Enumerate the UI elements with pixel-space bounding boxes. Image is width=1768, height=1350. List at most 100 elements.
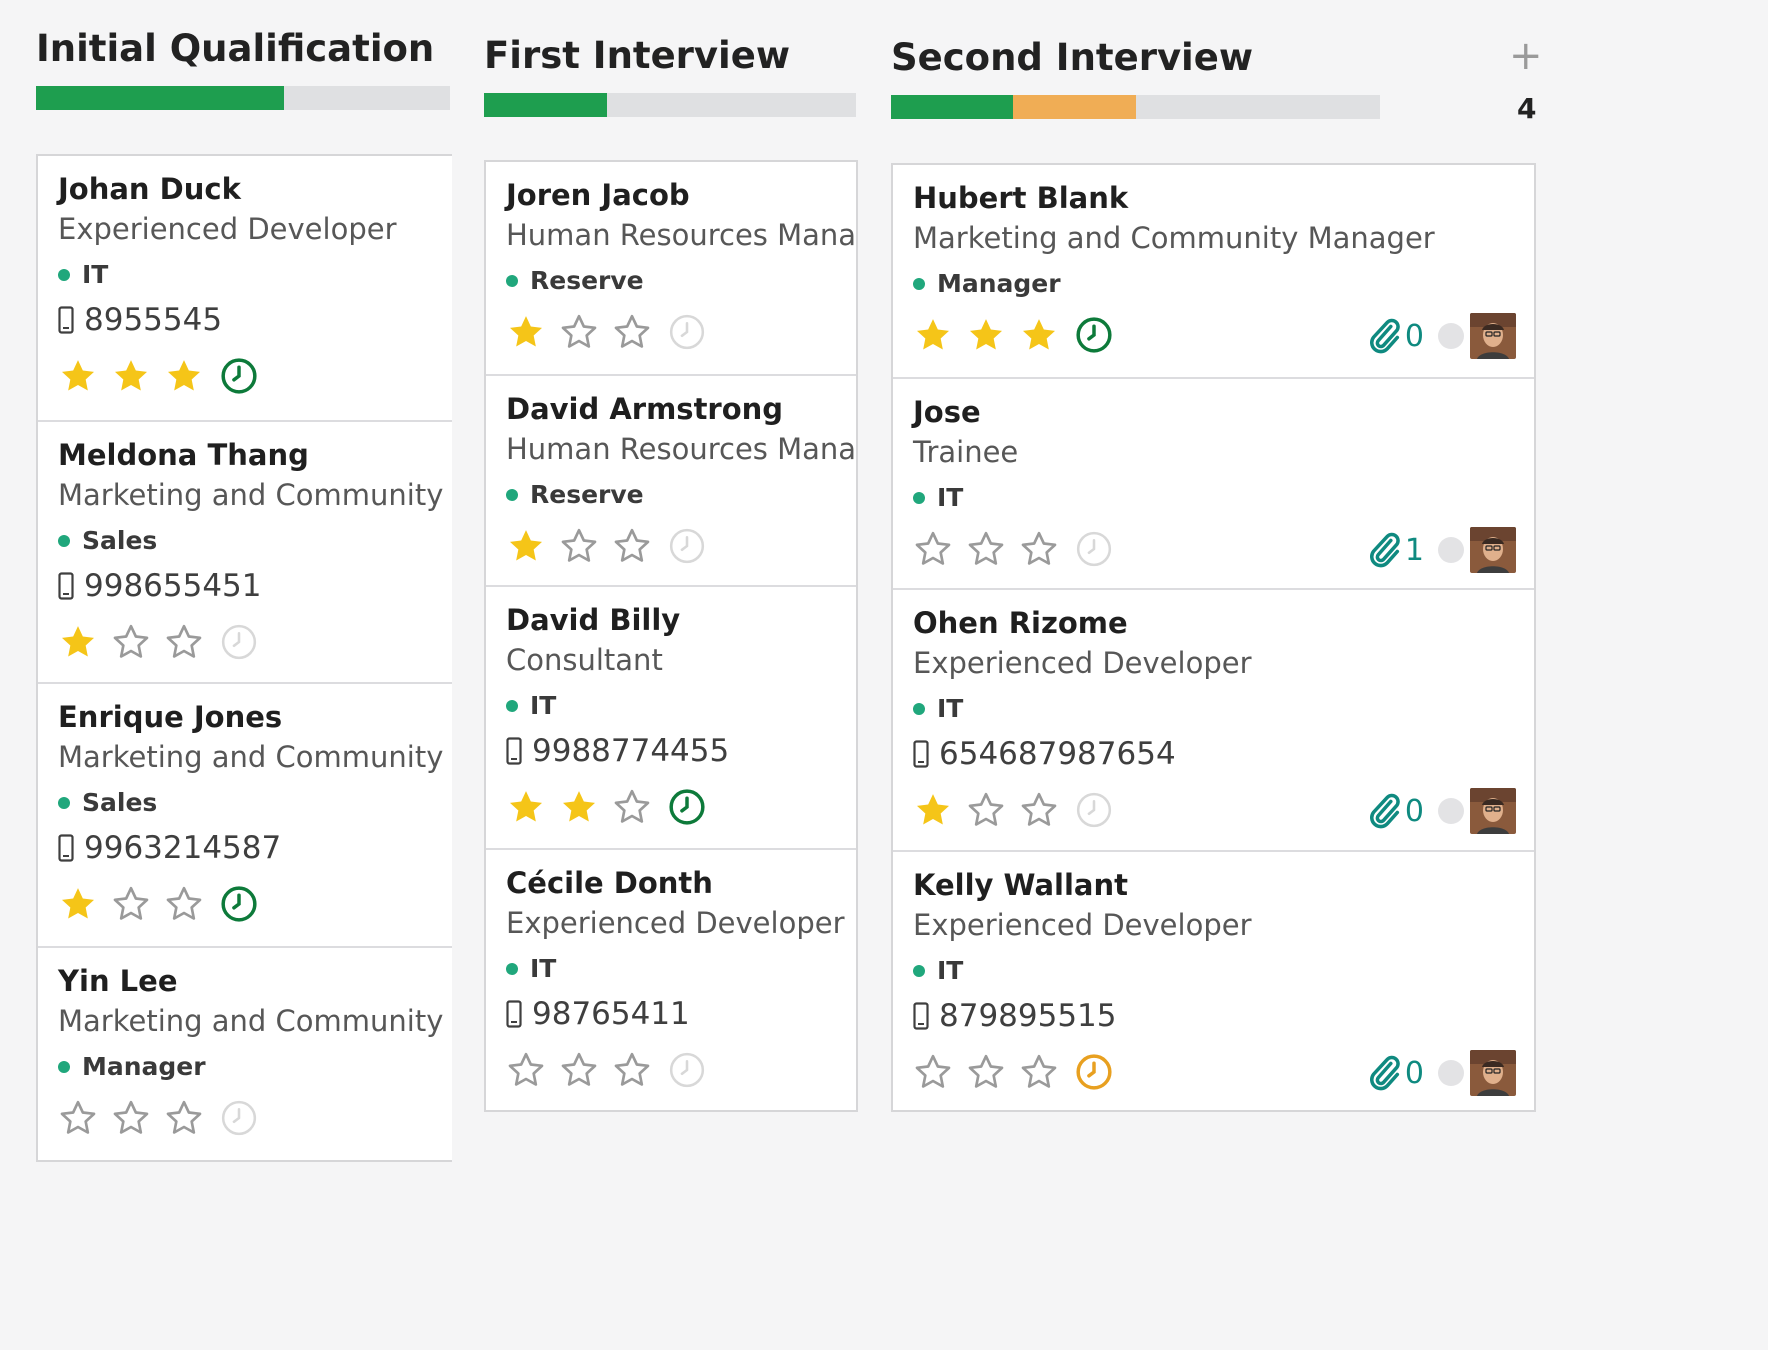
kanban-state-dot[interactable] bbox=[1438, 537, 1464, 563]
star-outline-icon[interactable] bbox=[966, 529, 1006, 569]
star-icon[interactable] bbox=[164, 356, 204, 396]
star-icon[interactable] bbox=[58, 622, 98, 662]
star-outline-icon[interactable] bbox=[164, 622, 204, 662]
clock-icon[interactable] bbox=[220, 357, 258, 395]
clock-icon[interactable] bbox=[1075, 791, 1113, 829]
priority-stars[interactable] bbox=[58, 1098, 258, 1138]
column-title[interactable]: Second Interview bbox=[891, 36, 1253, 79]
star-icon[interactable] bbox=[559, 787, 599, 827]
paperclip-icon[interactable] bbox=[1367, 531, 1401, 569]
priority-stars[interactable] bbox=[913, 790, 1113, 830]
applicant-card[interactable]: Jose Trainee IT 1 bbox=[893, 377, 1534, 590]
star-outline-icon[interactable] bbox=[559, 312, 599, 352]
priority-stars[interactable] bbox=[506, 1050, 706, 1090]
applicant-card[interactable]: Yin Lee Marketing and Community Manager Ma… bbox=[38, 946, 452, 1160]
star-outline-icon[interactable] bbox=[111, 1098, 151, 1138]
clock-icon[interactable] bbox=[220, 885, 258, 923]
tag-dot-icon bbox=[913, 491, 925, 504]
paperclip-icon[interactable] bbox=[1367, 1054, 1401, 1092]
applicant-card[interactable]: Meldona Thang Marketing and Community Man… bbox=[38, 420, 452, 684]
applicant-card[interactable]: Johan Duck Experienced Developer IT 8955545 bbox=[38, 156, 452, 420]
applicant-card[interactable]: David Billy Consultant IT 9988774455 bbox=[486, 585, 856, 850]
star-outline-icon[interactable] bbox=[612, 1050, 652, 1090]
star-icon[interactable] bbox=[111, 356, 151, 396]
star-outline-icon[interactable] bbox=[966, 790, 1006, 830]
clock-icon[interactable] bbox=[1075, 1053, 1113, 1091]
applicant-card[interactable]: Hubert Blank Marketing and Community Mana… bbox=[893, 165, 1534, 377]
progress-segment[interactable] bbox=[1013, 95, 1136, 119]
priority-stars[interactable] bbox=[58, 884, 258, 924]
user-avatar[interactable] bbox=[1470, 788, 1516, 834]
progress-segment[interactable] bbox=[891, 95, 1014, 119]
star-outline-icon[interactable] bbox=[559, 1050, 599, 1090]
star-outline-icon[interactable] bbox=[1019, 529, 1059, 569]
column-title[interactable]: Initial Qualification bbox=[36, 27, 434, 70]
star-icon[interactable] bbox=[913, 790, 953, 830]
applicant-card[interactable]: Ohen Rizome Experienced Developer IT 654687… bbox=[893, 588, 1534, 852]
priority-stars[interactable] bbox=[506, 787, 706, 827]
star-outline-icon[interactable] bbox=[1019, 1052, 1059, 1092]
paperclip-icon[interactable] bbox=[1367, 317, 1401, 355]
priority-stars[interactable] bbox=[58, 356, 258, 396]
star-outline-icon[interactable] bbox=[966, 1052, 1006, 1092]
star-outline-icon[interactable] bbox=[58, 1098, 98, 1138]
kanban-state-dot[interactable] bbox=[1438, 1060, 1464, 1086]
star-outline-icon[interactable] bbox=[506, 1050, 546, 1090]
applicant-card[interactable]: Cécile Donth Experienced Developer IT 98765… bbox=[486, 848, 856, 1110]
add-card-button[interactable]: + bbox=[1509, 36, 1543, 76]
applicant-job-title: Marketing and Community Manager bbox=[58, 1004, 452, 1038]
priority-stars[interactable] bbox=[506, 312, 706, 352]
user-avatar[interactable] bbox=[1470, 1050, 1516, 1096]
clock-icon[interactable] bbox=[668, 527, 706, 565]
applicant-card[interactable]: Kelly Wallant Experienced Developer IT 8798… bbox=[893, 850, 1534, 1110]
user-avatar[interactable] bbox=[1470, 527, 1516, 573]
star-outline-icon[interactable] bbox=[612, 526, 652, 566]
priority-stars[interactable] bbox=[913, 315, 1113, 355]
star-outline-icon[interactable] bbox=[612, 787, 652, 827]
column-title[interactable]: First Interview bbox=[484, 34, 790, 77]
clock-icon[interactable] bbox=[220, 1099, 258, 1137]
clock-icon[interactable] bbox=[668, 788, 706, 826]
star-outline-icon[interactable] bbox=[1019, 790, 1059, 830]
clock-icon[interactable] bbox=[668, 1051, 706, 1089]
clock-icon[interactable] bbox=[668, 313, 706, 351]
column-progress-bar[interactable] bbox=[891, 95, 1380, 119]
progress-segment[interactable] bbox=[36, 86, 285, 110]
star-icon[interactable] bbox=[506, 312, 546, 352]
card-list: Johan Duck Experienced Developer IT 8955545… bbox=[36, 154, 452, 1162]
star-outline-icon[interactable] bbox=[913, 529, 953, 569]
progress-segment[interactable] bbox=[484, 93, 607, 117]
star-icon[interactable] bbox=[58, 884, 98, 924]
star-outline-icon[interactable] bbox=[913, 1052, 953, 1092]
applicant-card[interactable]: Enrique Jones Marketing and Community Man… bbox=[38, 682, 452, 948]
star-outline-icon[interactable] bbox=[164, 884, 204, 924]
priority-stars[interactable] bbox=[913, 1052, 1113, 1092]
star-outline-icon[interactable] bbox=[164, 1098, 204, 1138]
user-avatar[interactable] bbox=[1470, 313, 1516, 359]
clock-icon[interactable] bbox=[1075, 316, 1113, 354]
star-icon[interactable] bbox=[506, 526, 546, 566]
tag-label: Reserve bbox=[530, 266, 644, 295]
star-outline-icon[interactable] bbox=[612, 312, 652, 352]
star-outline-icon[interactable] bbox=[111, 884, 151, 924]
star-icon[interactable] bbox=[913, 315, 953, 355]
star-outline-icon[interactable] bbox=[111, 622, 151, 662]
clock-icon[interactable] bbox=[220, 623, 258, 661]
priority-stars[interactable] bbox=[58, 622, 258, 662]
star-icon[interactable] bbox=[1019, 315, 1059, 355]
clock-icon[interactable] bbox=[1075, 530, 1113, 568]
star-icon[interactable] bbox=[506, 787, 546, 827]
column-progress-bar[interactable] bbox=[36, 86, 450, 110]
column-progress-bar[interactable] bbox=[484, 93, 856, 117]
kanban-state-dot[interactable] bbox=[1438, 323, 1464, 349]
star-outline-icon[interactable] bbox=[559, 526, 599, 566]
paperclip-icon[interactable] bbox=[1367, 792, 1401, 830]
priority-stars[interactable] bbox=[506, 526, 706, 566]
applicant-card[interactable]: Joren Jacob Human Resources Manager Reserv… bbox=[486, 162, 856, 374]
applicant-name: Kelly Wallant bbox=[913, 868, 1128, 902]
star-icon[interactable] bbox=[966, 315, 1006, 355]
applicant-card[interactable]: David Armstrong Human Resources Manager Re… bbox=[486, 374, 856, 587]
priority-stars[interactable] bbox=[913, 529, 1113, 569]
star-icon[interactable] bbox=[58, 356, 98, 396]
kanban-state-dot[interactable] bbox=[1438, 798, 1464, 824]
